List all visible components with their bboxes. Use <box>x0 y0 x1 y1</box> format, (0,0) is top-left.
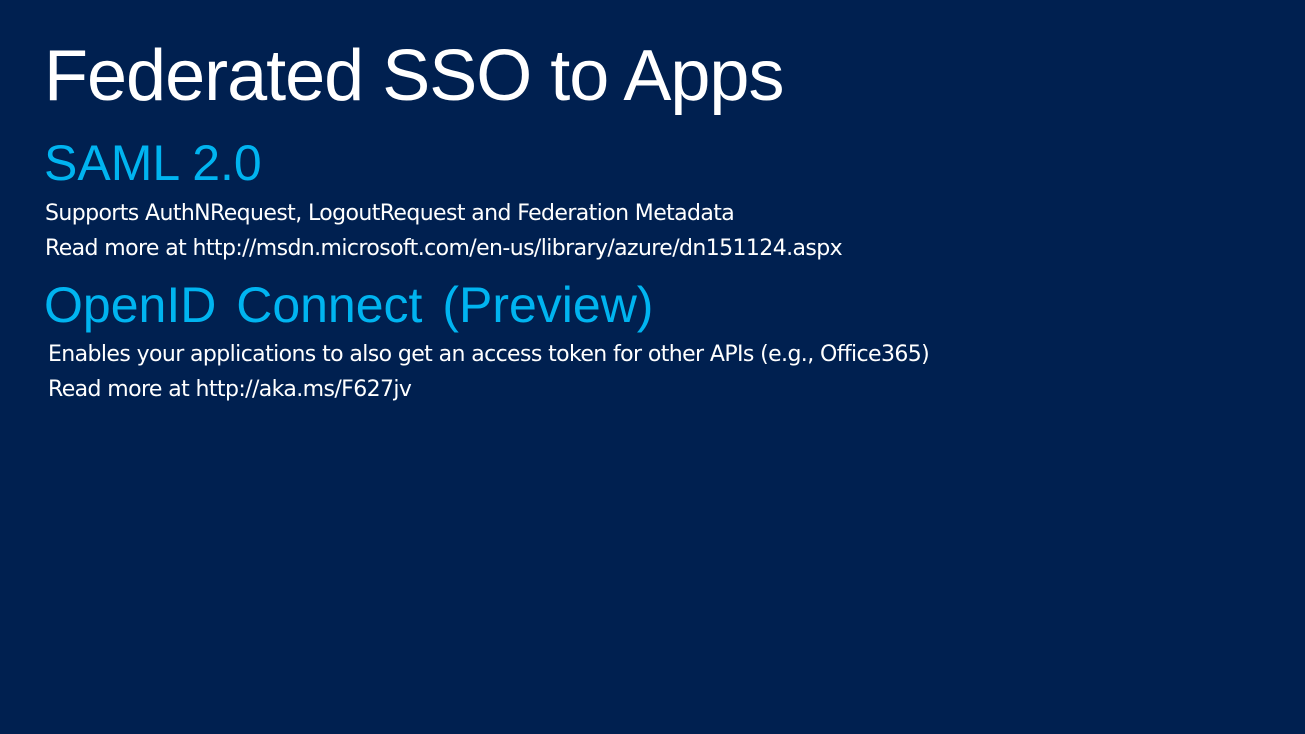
openid-connect-description: Enables your applications to also get an… <box>48 342 930 367</box>
saml-description: Supports AuthNRequest, LogoutRequest and… <box>45 201 735 226</box>
saml-read-more-link[interactable]: Read more at http://msdn.microsoft.com/e… <box>45 234 843 264</box>
openid-connect-heading: OpenID Connect (Preview) <box>44 277 654 333</box>
slide: Federated SSO to Apps SAML 2.0 Supports … <box>0 0 1305 734</box>
openid-connect-read-more-link[interactable]: Read more at http://aka.ms/F627jv <box>48 375 412 405</box>
slide-title: Federated SSO to Apps <box>44 36 784 116</box>
saml-heading: SAML 2.0 <box>44 135 262 191</box>
